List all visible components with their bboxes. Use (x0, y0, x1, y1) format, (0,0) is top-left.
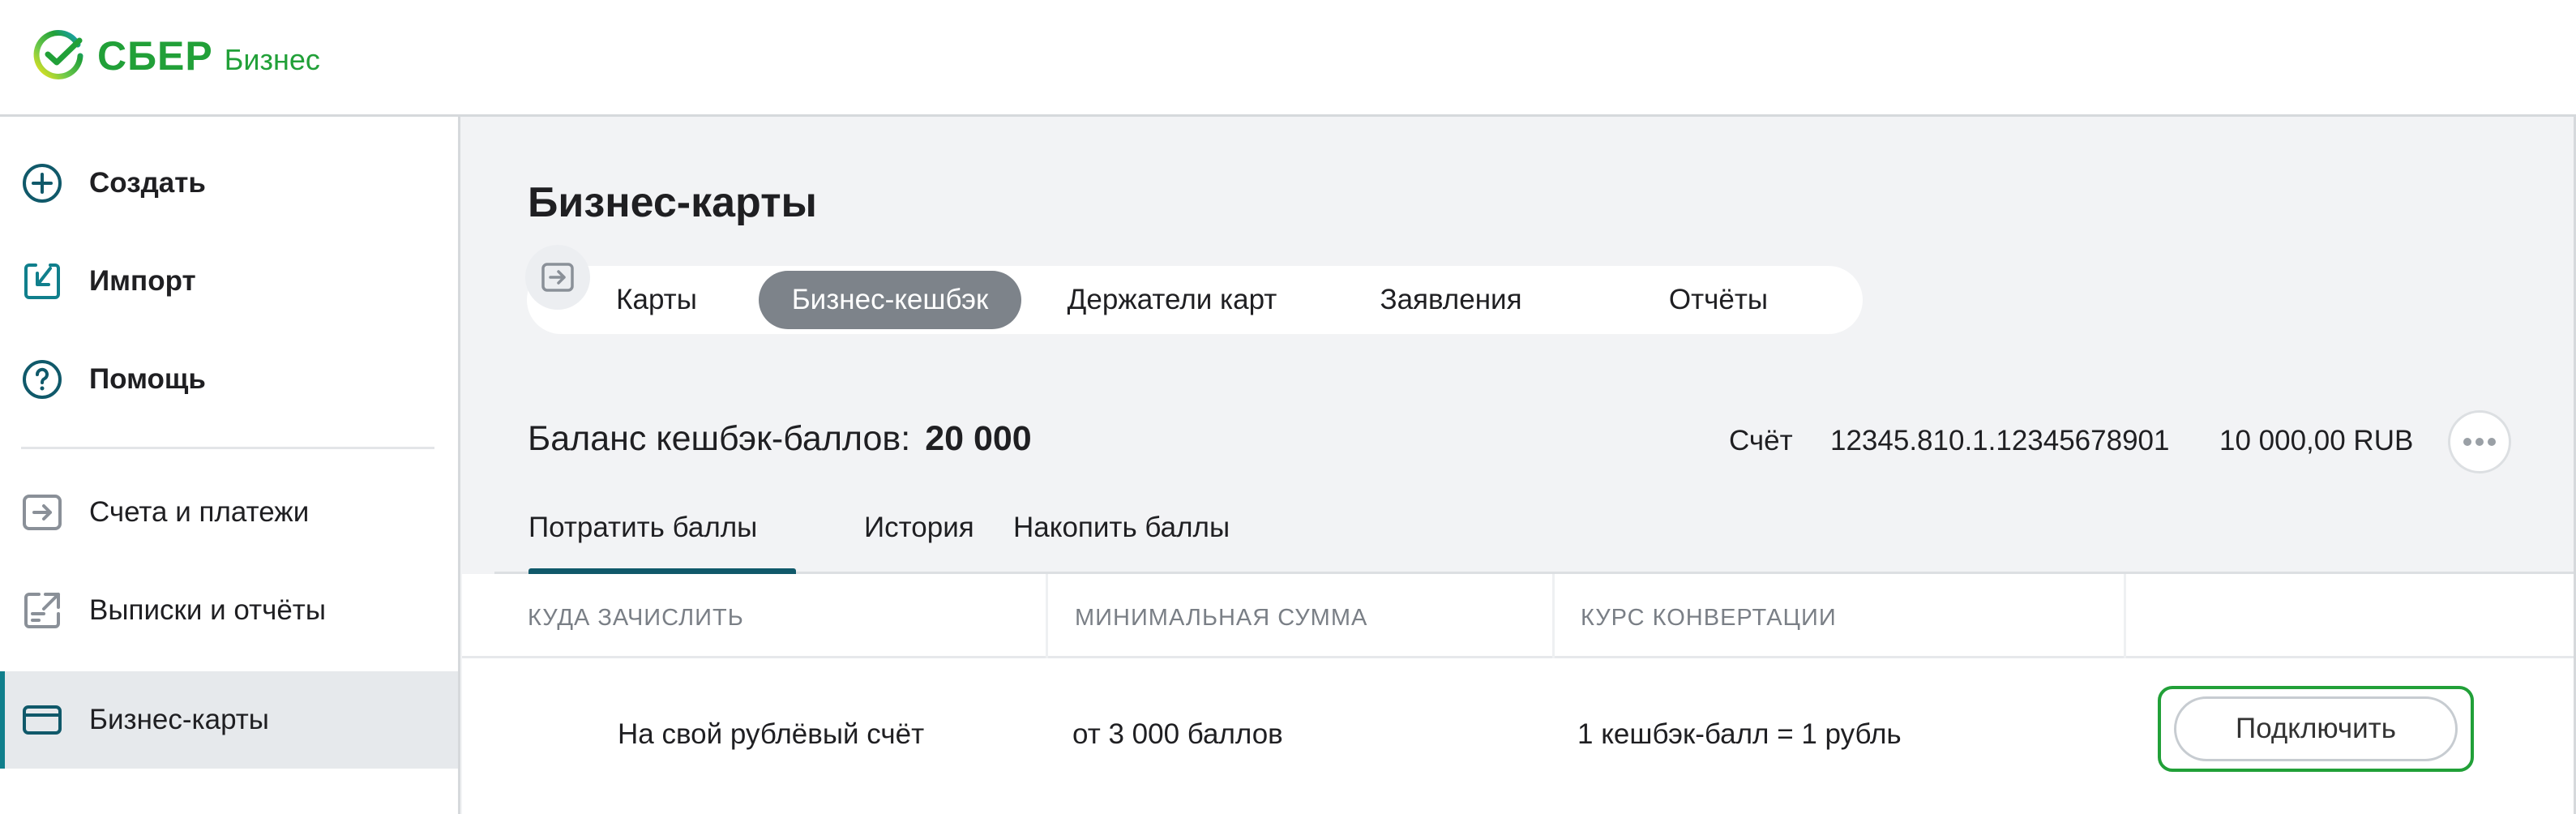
sidebar-item-import[interactable]: Импорт (0, 233, 458, 330)
row-destination: На свой рублёвый счёт (618, 718, 925, 750)
column-header-destination: КУДА ЗАЧИСЛИТЬ (528, 605, 744, 631)
subtab-spend-points[interactable]: Потратить баллы (528, 482, 796, 576)
sidebar-item-label: Импорт (89, 265, 196, 297)
subtab-label: История (864, 512, 974, 543)
sidebar-item-statements-reports[interactable]: Выписки и отчёты (0, 562, 458, 659)
balance-label: Баланс кешбэк-баллов: (528, 419, 911, 458)
help-circle-icon (21, 358, 63, 401)
more-dots-icon (2463, 438, 2496, 446)
cashback-subtabs: Потратить баллы История Накопить баллы (494, 482, 2574, 576)
import-icon (21, 260, 63, 302)
tab-business-cashback[interactable]: Бизнес-кешбэк (759, 271, 1021, 329)
account-arrow-icon (21, 491, 63, 533)
tab-reports[interactable]: Отчёты (1597, 271, 1840, 329)
column-header-min-sum: МИНИМАЛЬНАЯ СУММА (1075, 605, 1368, 631)
section-tabs: Карты Бизнес-кешбэк Держатели карт Заявл… (527, 266, 1863, 334)
sidebar-item-label: Создать (89, 167, 206, 199)
account-label: Счёт (1729, 425, 1793, 456)
sidebar-item-help[interactable]: Помощь (0, 331, 458, 428)
sidebar-divider (21, 447, 434, 449)
plus-circle-icon (21, 162, 63, 204)
column-separator (1552, 574, 1555, 658)
subtab-earn-points[interactable]: Накопить баллы (1013, 482, 1230, 574)
main-content: Бизнес-карты Карты Бизнес-кешбэк Держате… (460, 117, 2574, 814)
sber-logo-icon (33, 29, 83, 79)
logo-text-sber: СБЕР (97, 33, 213, 79)
sidebar-item-accounts-payments[interactable]: Счета и платежи (0, 464, 458, 561)
sidebar-item-business-cards[interactable]: Бизнес-карты (0, 671, 458, 769)
tab-card-holders[interactable]: Держатели карт (1026, 271, 1318, 329)
cashback-balance: Баланс кешбэк-баллов: 20 000 (528, 419, 1032, 459)
page-title: Бизнес-карты (528, 179, 817, 226)
account-arrow-icon (525, 245, 590, 310)
account-amount: 10 000,00 RUB (2219, 425, 2414, 456)
tab-applications[interactable]: Заявления (1329, 271, 1573, 329)
account-number: 12345.810.1.12345678901 (1830, 425, 2170, 456)
subtab-label: Потратить баллы (528, 512, 758, 543)
connect-button[interactable]: Подключить (2158, 686, 2474, 772)
column-separator (2124, 574, 2126, 658)
sidebar-item-label: Выписки и отчёты (89, 594, 326, 626)
table-header: КУДА ЗАЧИСЛИТЬ МИНИМАЛЬНАЯ СУММА КУРС КО… (462, 574, 2574, 658)
more-options-button[interactable] (2448, 410, 2511, 473)
sidebar-item-create[interactable]: Создать (0, 135, 458, 232)
balance-value: 20 000 (925, 419, 1032, 458)
subtab-history[interactable]: История (864, 482, 974, 574)
connect-button-label: Подключить (2174, 696, 2458, 761)
row-rate: 1 кешбэк-балл = 1 рубль (1577, 718, 1902, 750)
subtab-label: Накопить баллы (1013, 512, 1230, 543)
sidebar-item-label: Помощь (89, 363, 206, 395)
logo-text-business: Бизнес (224, 43, 320, 76)
column-header-rate: КУРС КОНВЕРТАЦИИ (1581, 605, 1837, 631)
column-separator (1046, 574, 1048, 658)
top-header: СБЕР Бизнес (0, 0, 2576, 117)
sber-business-logo[interactable]: СБЕР Бизнес (32, 29, 320, 83)
card-icon (21, 699, 63, 741)
sidebar-item-label: Бизнес-карты (89, 704, 269, 735)
sidebar: Создать Импорт Помощь Счета и платежи Вы… (0, 117, 460, 814)
sidebar-item-label: Счета и платежи (89, 496, 310, 528)
row-min-sum: от 3 000 баллов (1072, 718, 1283, 750)
statement-export-icon (21, 589, 63, 632)
